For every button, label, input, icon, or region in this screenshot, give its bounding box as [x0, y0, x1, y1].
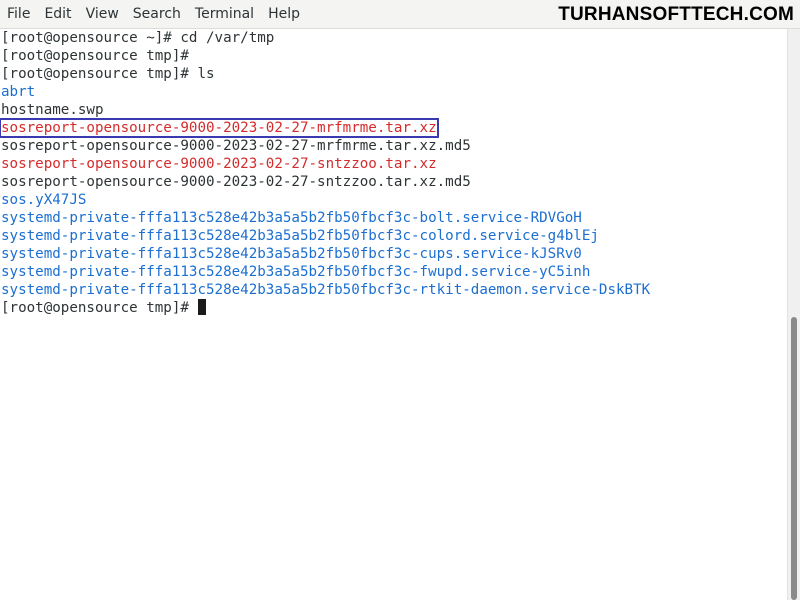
line-text: systemd-private-fffa113c528e42b3a5a5b2fb… — [1, 228, 599, 244]
scrollbar[interactable] — [787, 29, 800, 600]
menu-terminal[interactable]: Terminal — [188, 0, 261, 28]
terminal-output[interactable]: [root@opensource ~]# cd /var/tmp [root@op… — [0, 29, 788, 600]
ls-entry: sosreport-opensource-9000-2023-02-27-mrf… — [1, 137, 650, 155]
ls-entry: systemd-private-fffa113c528e42b3a5a5b2fb… — [1, 209, 650, 227]
menu-file[interactable]: File — [0, 0, 37, 28]
scrollbar-thumb[interactable] — [791, 317, 797, 600]
ls-entry: hostname.swp — [1, 101, 650, 119]
line-text: sosreport-opensource-9000-2023-02-27-mrf… — [0, 118, 439, 138]
line-text: sosreport-opensource-9000-2023-02-27-snt… — [1, 174, 471, 190]
line-text: [root@opensource tmp]# ls — [1, 66, 215, 82]
line-text: sosreport-opensource-9000-2023-02-27-snt… — [1, 156, 437, 172]
line-text: hostname.swp — [1, 102, 104, 118]
prompt-line: [root@opensource tmp]# — [1, 299, 650, 317]
line-text: sosreport-opensource-9000-2023-02-27-mrf… — [1, 138, 471, 154]
prompt-line: [root@opensource tmp]# — [1, 47, 650, 65]
ls-entry: abrt — [1, 83, 650, 101]
menu-items: File Edit View Search Terminal Help — [0, 0, 307, 28]
menu-bar: File Edit View Search Terminal Help TURH… — [0, 0, 800, 29]
ls-entry: systemd-private-fffa113c528e42b3a5a5b2fb… — [1, 281, 650, 299]
prompt-line: [root@opensource ~]# cd /var/tmp — [1, 29, 650, 47]
menu-edit[interactable]: Edit — [37, 0, 78, 28]
ls-entry: systemd-private-fffa113c528e42b3a5a5b2fb… — [1, 227, 650, 245]
line-text: [root@opensource tmp]# — [1, 48, 189, 64]
line-text: abrt — [1, 84, 36, 100]
ls-entry: sosreport-opensource-9000-2023-02-27-snt… — [1, 173, 650, 191]
ls-entry: sosreport-opensource-9000-2023-02-27-mrf… — [0, 118, 650, 138]
line-text: [root@opensource ~]# cd /var/tmp — [1, 30, 275, 46]
menu-view[interactable]: View — [79, 0, 126, 28]
terminal-lines: [root@opensource ~]# cd /var/tmp [root@op… — [0, 29, 650, 317]
menu-help[interactable]: Help — [261, 0, 307, 28]
menu-search[interactable]: Search — [126, 0, 188, 28]
ls-entry: sosreport-opensource-9000-2023-02-27-snt… — [1, 155, 650, 173]
ls-entry: sos.yX47JS — [1, 191, 650, 209]
ls-entry: systemd-private-fffa113c528e42b3a5a5b2fb… — [1, 245, 650, 263]
line-text: sos.yX47JS — [1, 192, 87, 208]
prompt-line: [root@opensource tmp]# ls — [1, 65, 650, 83]
line-text: systemd-private-fffa113c528e42b3a5a5b2fb… — [1, 210, 582, 226]
line-text: systemd-private-fffa113c528e42b3a5a5b2fb… — [1, 282, 651, 298]
ls-entry: systemd-private-fffa113c528e42b3a5a5b2fb… — [1, 263, 650, 281]
line-text: systemd-private-fffa113c528e42b3a5a5b2fb… — [1, 264, 591, 280]
text-cursor — [198, 299, 207, 315]
line-text: [root@opensource tmp]# — [1, 300, 198, 316]
line-text: systemd-private-fffa113c528e42b3a5a5b2fb… — [1, 246, 582, 262]
watermark-text: TURHANSOFTTECH.COM — [558, 4, 794, 25]
